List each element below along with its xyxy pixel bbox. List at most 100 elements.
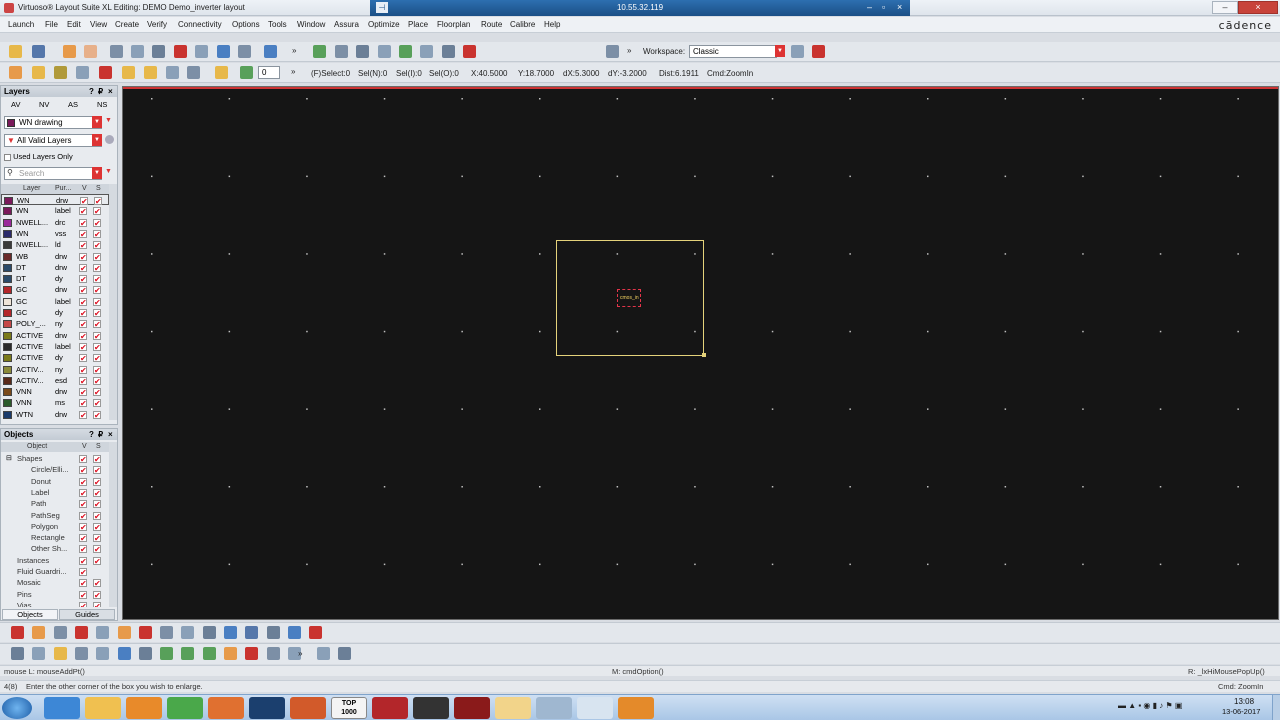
visible-check-icon[interactable]: ✔ bbox=[79, 320, 87, 329]
menu-place[interactable]: Place bbox=[408, 20, 428, 29]
collapse-icon[interactable]: ⊟ bbox=[6, 453, 12, 464]
col-s[interactable]: S bbox=[96, 185, 101, 192]
shape-tool-7-icon[interactable] bbox=[139, 647, 152, 660]
matlab-icon[interactable] bbox=[290, 697, 326, 719]
save-icon[interactable] bbox=[32, 45, 45, 58]
visible-check-icon[interactable]: ✔ bbox=[79, 455, 87, 464]
visible-check-icon[interactable]: ✔ bbox=[79, 522, 87, 531]
selectable-check-icon[interactable]: ✔ bbox=[93, 500, 101, 509]
create-pin-icon[interactable] bbox=[356, 45, 369, 58]
move-icon[interactable] bbox=[110, 45, 123, 58]
visible-check-icon[interactable]: ✔ bbox=[79, 477, 87, 486]
visible-check-icon[interactable]: ✔ bbox=[79, 342, 87, 351]
menu-tools[interactable]: Tools bbox=[268, 20, 287, 29]
menu-route[interactable]: Route bbox=[481, 20, 502, 29]
create-via-icon[interactable] bbox=[378, 45, 391, 58]
object-tree-item[interactable]: ⊟ Shapes ✔ ✔ bbox=[1, 453, 109, 464]
selectable-check-icon[interactable]: ✔ bbox=[93, 263, 101, 272]
object-tree-item[interactable]: Donut ✔ ✔ bbox=[1, 476, 109, 487]
edit-tool-1-icon[interactable] bbox=[11, 626, 24, 639]
shape-tool-3-icon[interactable] bbox=[54, 647, 67, 660]
shape-tool-13-icon[interactable] bbox=[267, 647, 280, 660]
select-filter-icon[interactable] bbox=[76, 66, 89, 79]
overflow-chevron-icon[interactable]: » bbox=[292, 46, 296, 55]
gravity-icon[interactable] bbox=[144, 66, 157, 79]
visible-check-icon[interactable]: ✔ bbox=[80, 197, 88, 206]
object-tree-item[interactable]: Label ✔ ✔ bbox=[1, 487, 109, 498]
partial-select-icon[interactable] bbox=[54, 66, 67, 79]
selectable-check-icon[interactable]: ✔ bbox=[93, 309, 101, 318]
layer-row[interactable]: DT drw ✔ ✔ bbox=[1, 262, 109, 273]
visible-check-icon[interactable]: ✔ bbox=[79, 275, 87, 284]
zoom-icon[interactable] bbox=[606, 45, 619, 58]
tab-guides[interactable]: Guides bbox=[59, 609, 115, 620]
display-level-icon[interactable] bbox=[166, 66, 179, 79]
col-object[interactable]: Object bbox=[27, 443, 47, 450]
photoshop-icon[interactable] bbox=[249, 697, 285, 719]
selectable-check-icon[interactable]: ✔ bbox=[93, 241, 101, 250]
selectable-check-icon[interactable]: ✔ bbox=[93, 511, 101, 520]
menu-edit[interactable]: Edit bbox=[67, 20, 81, 29]
visible-check-icon[interactable]: ✔ bbox=[79, 500, 87, 509]
chevron-down-icon[interactable]: ▼ bbox=[775, 45, 785, 57]
layer-menu-icon[interactable]: ▼ bbox=[105, 117, 112, 124]
delete-icon[interactable] bbox=[174, 45, 187, 58]
edit-tool-9-icon[interactable] bbox=[181, 626, 194, 639]
ruler-icon[interactable] bbox=[122, 66, 135, 79]
used-layers-only-checkbox[interactable]: Used Layers Only bbox=[4, 152, 73, 161]
stretch-icon[interactable] bbox=[152, 45, 165, 58]
visible-check-icon[interactable]: ✔ bbox=[79, 399, 87, 408]
visible-check-icon[interactable]: ✔ bbox=[79, 534, 87, 543]
layer-row[interactable]: ACTIVE label ✔ ✔ bbox=[1, 341, 109, 352]
selectable-check-icon[interactable]: ✔ bbox=[93, 488, 101, 497]
object-tree-scrollbar[interactable] bbox=[109, 442, 117, 607]
menu-window[interactable]: Window bbox=[297, 20, 325, 29]
inkscape-icon[interactable] bbox=[413, 697, 449, 719]
filter-options-icon[interactable] bbox=[105, 135, 114, 144]
visible-check-icon[interactable]: ✔ bbox=[79, 590, 87, 599]
visible-check-icon[interactable]: ✔ bbox=[79, 263, 87, 272]
selectable-check-icon[interactable]: ✔ bbox=[93, 320, 101, 329]
menu-floorplan[interactable]: Floorplan bbox=[437, 20, 470, 29]
selectable-check-icon[interactable]: ✔ bbox=[93, 545, 101, 554]
selectable-check-icon[interactable]: ✔ bbox=[93, 331, 101, 340]
layer-row[interactable]: NWELL... drc ✔ ✔ bbox=[1, 217, 109, 228]
chevron-down-icon[interactable]: ▼ bbox=[92, 116, 102, 128]
explorer-icon[interactable] bbox=[85, 697, 121, 719]
selectable-check-icon[interactable]: ✔ bbox=[93, 218, 101, 227]
object-tree-item[interactable]: PathSeg ✔ ✔ bbox=[1, 510, 109, 521]
snap-icon[interactable] bbox=[99, 66, 112, 79]
object-tree-item[interactable]: Fluid Guardri... ✔ bbox=[1, 566, 109, 577]
edit-tool-10-icon[interactable] bbox=[203, 626, 216, 639]
selectable-check-icon[interactable]: ✔ bbox=[93, 252, 101, 261]
close-icon[interactable]: × bbox=[108, 429, 113, 440]
object-tree-item[interactable]: Mosaic ✔ ✔ bbox=[1, 577, 109, 588]
chevron-down-icon[interactable]: ▼ bbox=[92, 134, 102, 146]
visible-check-icon[interactable]: ✔ bbox=[79, 568, 87, 577]
workspace-load-icon[interactable] bbox=[812, 45, 825, 58]
selectable-check-icon[interactable]: ✔ bbox=[93, 207, 101, 216]
edit-tool-6-icon[interactable] bbox=[118, 626, 131, 639]
rdp-minimize-icon[interactable]: – bbox=[867, 2, 872, 12]
menu-help[interactable]: Help bbox=[544, 20, 560, 29]
layer-row[interactable]: GC dy ✔ ✔ bbox=[1, 307, 109, 318]
layer-row[interactable]: WB drw ✔ ✔ bbox=[1, 251, 109, 262]
menu-assura[interactable]: Assura bbox=[334, 20, 359, 29]
layer-row[interactable]: WN vss ✔ ✔ bbox=[1, 228, 109, 239]
edit-tool-7-icon[interactable] bbox=[139, 626, 152, 639]
menu-calibre[interactable]: Calibre bbox=[510, 20, 535, 29]
object-tree-item[interactable]: Circle/Elli... ✔ ✔ bbox=[1, 464, 109, 475]
visible-check-icon[interactable]: ✔ bbox=[79, 286, 87, 295]
close-icon[interactable]: × bbox=[108, 86, 113, 97]
selectable-check-icon[interactable]: ✔ bbox=[93, 297, 101, 306]
route-icon[interactable] bbox=[399, 45, 412, 58]
remote-desktop-icon[interactable] bbox=[536, 697, 572, 719]
shape-tool-12-icon[interactable] bbox=[245, 647, 258, 660]
object-tree-item[interactable]: Instances ✔ ✔ bbox=[1, 555, 109, 566]
selectable-check-icon[interactable]: ✔ bbox=[93, 388, 101, 397]
copy-icon[interactable] bbox=[131, 45, 144, 58]
connect-icon[interactable] bbox=[420, 45, 433, 58]
visible-check-icon[interactable]: ✔ bbox=[79, 241, 87, 250]
edit-tool-8-icon[interactable] bbox=[160, 626, 173, 639]
workspace-save-icon[interactable] bbox=[791, 45, 804, 58]
